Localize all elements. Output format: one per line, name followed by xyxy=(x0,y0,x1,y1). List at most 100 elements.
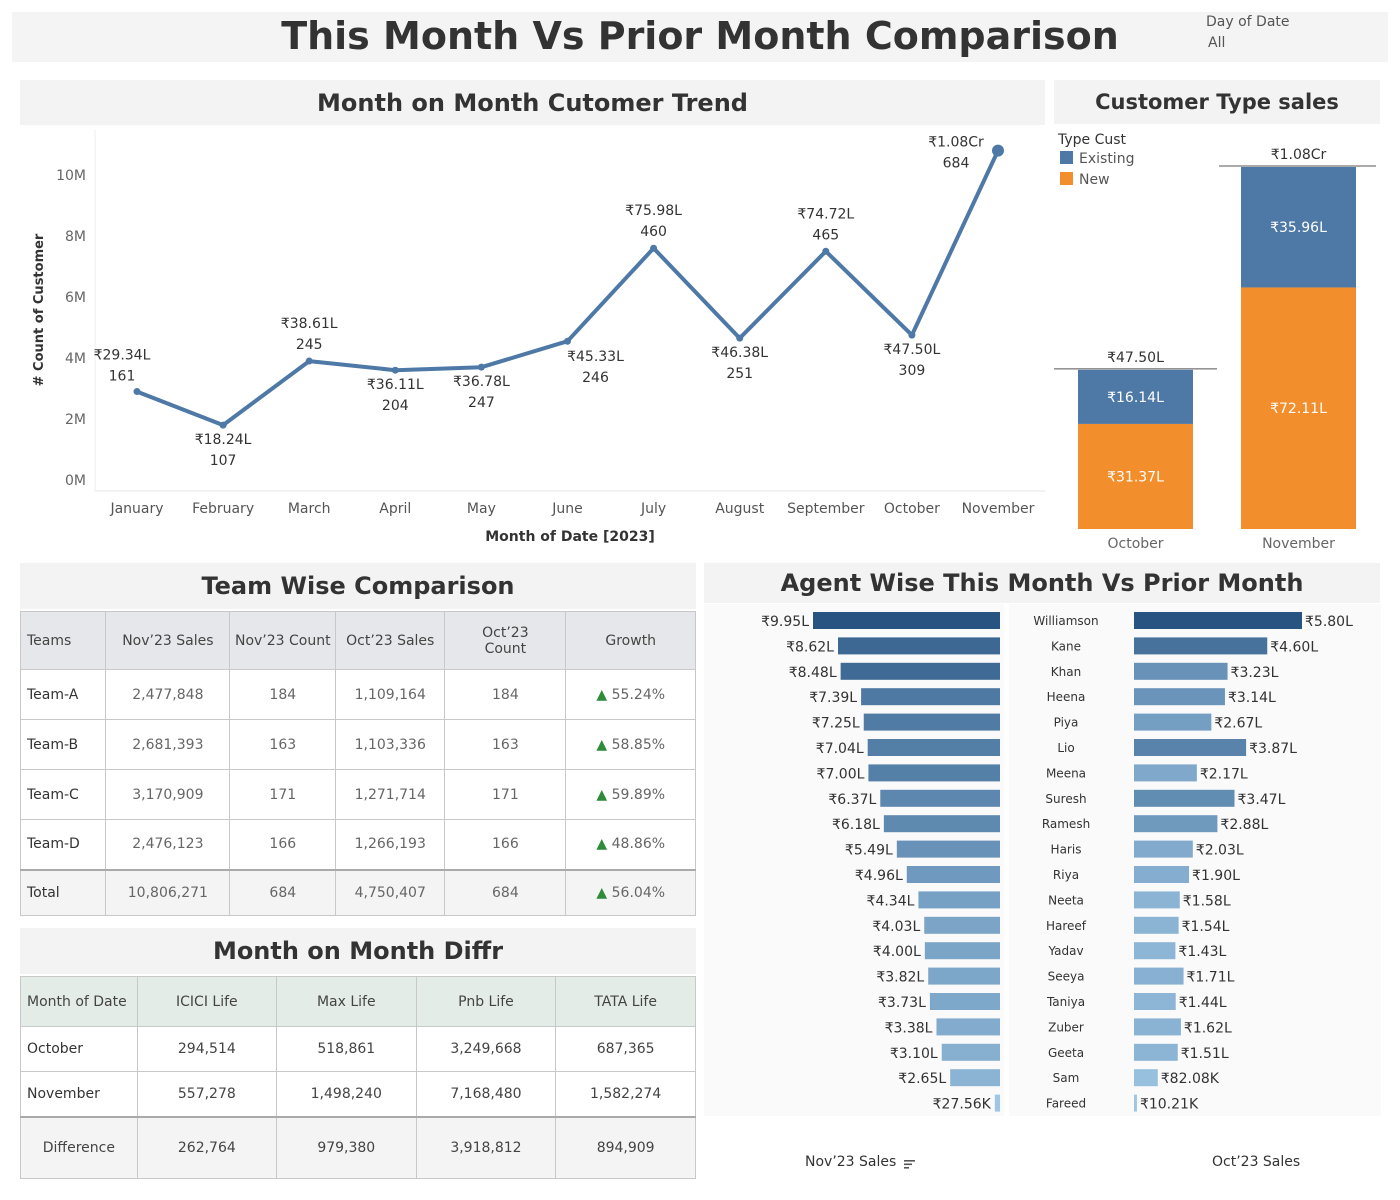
bar-label-existing: ₹35.96L xyxy=(1270,220,1327,236)
difference-label: Difference xyxy=(20,1115,138,1179)
growth-cell: ▲ 48.86% xyxy=(565,819,696,870)
oct-bar-label: ₹1.62L xyxy=(1184,1020,1232,1036)
y-tick-label: 8M xyxy=(65,229,86,245)
team-name: Team-C xyxy=(19,769,107,820)
y-tick-label: 4M xyxy=(65,351,86,367)
agent-name: Seeya xyxy=(1048,970,1085,984)
y-tick-label: 10M xyxy=(56,168,86,184)
oct-sales: 1,271,714 xyxy=(335,769,446,820)
team-col-nov-count: Nov’23 Count xyxy=(229,611,337,670)
month-name: November xyxy=(20,1071,138,1117)
oct-bar xyxy=(1134,1094,1137,1112)
growth-up-icon: ▲ xyxy=(596,686,608,703)
growth-value: 55.24% xyxy=(611,686,666,703)
sales-data-label: ₹29.34L xyxy=(94,348,151,364)
sort-icon[interactable] xyxy=(903,1157,916,1169)
icici-value: 294,514 xyxy=(136,1026,277,1072)
nov-bar-label: ₹4.03L xyxy=(872,919,920,935)
growth-value: 56.04% xyxy=(611,884,666,901)
max-value: 518,861 xyxy=(275,1026,417,1072)
icici-diff: 262,764 xyxy=(136,1115,277,1179)
nov-bar-label: ₹3.38L xyxy=(885,1020,933,1036)
nov-bar-label: ₹4.96L xyxy=(855,868,903,884)
oct-bar xyxy=(1134,688,1225,706)
oct-bar xyxy=(1134,739,1247,756)
agent-name: Fareed xyxy=(1046,1097,1086,1111)
total-label: Total xyxy=(19,868,107,916)
x-tick-label: April xyxy=(379,501,411,517)
filter-label: Day of Date xyxy=(1206,14,1290,30)
team-col-oct-count: Oct’23 Count xyxy=(444,611,567,670)
nov-bar-label: ₹8.62L xyxy=(786,639,834,655)
growth-up-icon: ▲ xyxy=(596,786,608,803)
nov-bar xyxy=(867,739,1000,756)
nov-sales: 2,477,848 xyxy=(105,669,231,720)
growth-value: 48.86% xyxy=(611,836,666,853)
count-data-label: 161 xyxy=(109,369,136,385)
x-axis-label: Month of Date [2023] xyxy=(485,529,655,545)
oct-bar xyxy=(1134,764,1197,782)
x-tick-label: July xyxy=(640,501,666,517)
nov-bar-label: ₹7.04L xyxy=(816,741,864,757)
dashboard-title: This Month Vs Prior Month Comparison xyxy=(281,14,1119,58)
team-table: Teams Nov’23 Sales Nov’23 Count Oct’23 S… xyxy=(19,611,696,916)
team-col-nov-sales: Nov’23 Sales xyxy=(105,611,231,670)
x-tick-label: August xyxy=(715,501,765,517)
nov-bar xyxy=(861,688,1000,706)
growth-up-icon: ▲ xyxy=(596,736,608,753)
team-title: Team Wise Comparison xyxy=(20,563,696,609)
nov-bar xyxy=(837,637,1000,655)
x-tick-label: March xyxy=(288,501,331,517)
legend-swatch-new xyxy=(1060,172,1073,185)
oct-bar xyxy=(1134,789,1235,807)
growth-cell: ▲ 59.89% xyxy=(565,769,696,820)
nov-bar-label: ₹3.82L xyxy=(876,970,924,986)
agent-name: Kane xyxy=(1051,639,1081,653)
oct-bar xyxy=(1134,942,1176,960)
y-tick-label: 0M xyxy=(65,473,86,489)
legend-label-new: New xyxy=(1079,172,1110,188)
legend-label-existing: Existing xyxy=(1079,151,1134,167)
team-col-growth: Growth xyxy=(565,611,696,670)
oct-bar xyxy=(1134,662,1228,680)
customer-type-chart: Type Cust Existing New ₹31.37L ₹16.14L ₹47.50… xyxy=(1054,132,1376,552)
nov-sales-footer-label: Nov’23 Sales xyxy=(805,1154,897,1170)
nov-bar xyxy=(918,891,1000,909)
oct-bar xyxy=(1134,713,1212,731)
filter-value[interactable]: All xyxy=(1208,35,1225,51)
nov-count: 163 xyxy=(229,719,337,770)
oct-pane-bg xyxy=(1009,604,1381,1116)
bar-label-new: ₹72.11L xyxy=(1270,401,1327,417)
oct-sales: 1,109,164 xyxy=(335,669,446,720)
oct-bar xyxy=(1134,612,1302,629)
data-point xyxy=(133,388,141,396)
nov-bar-label: ₹7.39L xyxy=(809,690,857,706)
data-point xyxy=(564,337,571,345)
month-name: October xyxy=(20,1026,138,1072)
max-value: 1,498,240 xyxy=(275,1071,417,1117)
legend-swatch-existing xyxy=(1060,151,1073,164)
data-point xyxy=(822,247,830,255)
bar-label-existing: ₹16.14L xyxy=(1107,390,1164,406)
count-data-label: 107 xyxy=(210,453,237,469)
nov-bar-label: ₹6.18L xyxy=(832,817,880,833)
oct-bar-label: ₹1.44L xyxy=(1179,995,1227,1011)
nov-bar xyxy=(924,942,1000,960)
nov-bar xyxy=(813,612,1000,629)
pnb-value: 7,168,480 xyxy=(415,1071,557,1117)
nov-sales-footer[interactable]: Nov’23 Sales xyxy=(805,1154,916,1170)
data-point xyxy=(736,334,744,342)
x-tick-label: June xyxy=(551,501,583,517)
y-tick-label: 2M xyxy=(65,412,86,428)
oct-bar xyxy=(1134,967,1184,985)
oct-bar-label: ₹5.80L xyxy=(1305,614,1353,630)
growth-value: 58.85% xyxy=(611,736,666,753)
sales-data-label: ₹75.98L xyxy=(625,203,682,219)
count-data-label: 247 xyxy=(468,395,495,411)
oct-bar-label: ₹1.51L xyxy=(1181,1046,1229,1062)
x-tick-label: October xyxy=(1107,536,1163,552)
nov-sales: 2,476,123 xyxy=(105,819,231,870)
nov-bar-label: ₹4.00L xyxy=(873,944,921,960)
nov-bar-label: ₹5.49L xyxy=(845,843,893,859)
oct-bar-label: ₹2.67L xyxy=(1214,716,1262,732)
